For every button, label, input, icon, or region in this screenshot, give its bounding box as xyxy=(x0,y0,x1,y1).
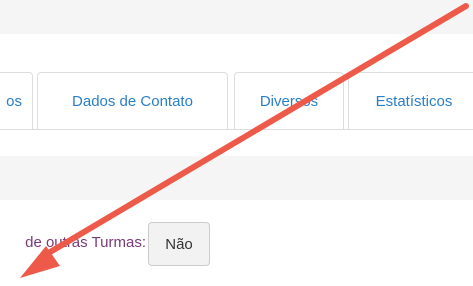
tab-dados-de-contato[interactable]: Dados de Contato xyxy=(37,72,228,129)
field-row: de outras Turmas: Não xyxy=(0,222,473,266)
nao-button[interactable]: Não xyxy=(148,222,210,266)
tab-bar: os Dados de Contato Diversos Estatístico… xyxy=(0,70,473,130)
tab-dados-de-contato-label: Dados de Contato xyxy=(72,92,193,110)
tab-diversos-label: Diversos xyxy=(259,92,319,110)
arrow-shaft xyxy=(37,3,469,261)
tab-partial-label: os xyxy=(6,92,22,110)
tab-diversos[interactable]: Diversos xyxy=(234,72,344,129)
section-band xyxy=(0,156,473,200)
tab-estatisticos[interactable]: Estatísticos xyxy=(348,72,473,129)
tab-estatisticos-label: Estatísticos xyxy=(375,92,453,110)
top-band xyxy=(0,0,473,34)
field-label: de outras Turmas: xyxy=(25,234,146,251)
tab-bar-divider xyxy=(0,129,473,130)
tab-partial[interactable]: os xyxy=(0,72,33,129)
